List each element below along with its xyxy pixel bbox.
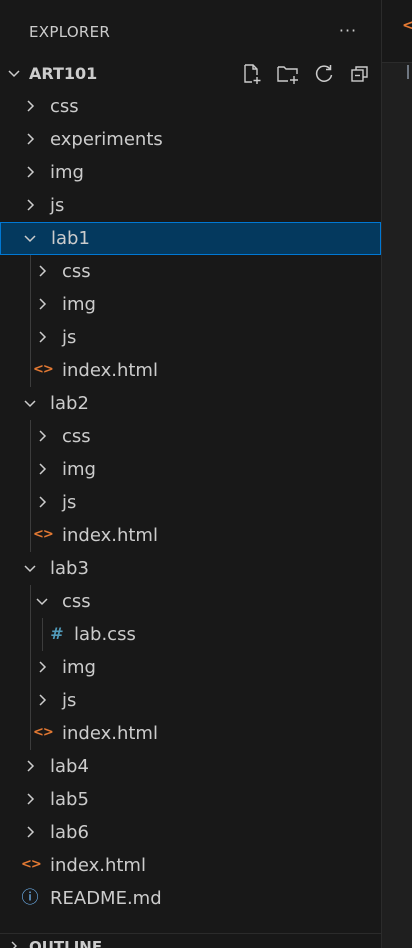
tree-item-css[interactable]: css: [0, 255, 381, 288]
tree-item-label: js: [62, 492, 77, 513]
tree-item-label: lab5: [50, 789, 89, 810]
tree-item-js[interactable]: js: [0, 321, 381, 354]
html-file-icon[interactable]: <: [402, 16, 412, 34]
chevron-right-icon: [39, 694, 47, 706]
chevron-down-icon: [24, 565, 36, 573]
chevron-right-icon: [27, 793, 35, 805]
tree-item-label: lab6: [50, 822, 89, 843]
tree-item-label: README.md: [50, 888, 162, 909]
chevron-down-icon: [24, 235, 36, 243]
tree-item-label: css: [50, 96, 79, 117]
indent-guide: [42, 618, 43, 651]
tree-item-img[interactable]: img: [0, 651, 381, 684]
html-file-icon: <>: [33, 362, 54, 377]
tree-item-label: img: [62, 294, 96, 315]
tree-item-readme-md[interactable]: ⓘ README.md: [0, 882, 381, 915]
chevron-right-icon: [39, 463, 47, 475]
indent-guide: [30, 585, 31, 750]
tree-item-label: js: [62, 327, 77, 348]
chevron-right-icon: [39, 496, 47, 508]
tree-item-index-html[interactable]: <> index.html: [0, 519, 381, 552]
editor-area[interactable]: [382, 0, 412, 948]
workspace-name: ART101: [29, 64, 98, 83]
tree-item-label: js: [50, 195, 65, 216]
tree-item-label: css: [62, 426, 91, 447]
chevron-right-icon: [27, 826, 35, 838]
chevron-right-icon: [27, 166, 35, 178]
tree-item-label: index.html: [62, 525, 158, 546]
explorer-sidebar: EXPLORER ··· ART101 css experiments img …: [0, 0, 381, 948]
chevron-down-icon: [8, 70, 20, 78]
html-file-icon: <>: [33, 527, 54, 542]
tree-item-lab3[interactable]: lab3: [0, 552, 381, 585]
tree-item-lab1[interactable]: lab1: [0, 222, 381, 255]
tree-item-label: lab2: [50, 393, 89, 414]
tree-item-index-html[interactable]: <> index.html: [0, 849, 381, 882]
tree-item-js[interactable]: js: [0, 486, 381, 519]
tree-item-index-html[interactable]: <> index.html: [0, 354, 381, 387]
tree-item-img[interactable]: img: [0, 288, 381, 321]
new-folder-icon[interactable]: [275, 61, 301, 87]
editor-cursor: [407, 65, 409, 79]
new-file-icon[interactable]: [239, 61, 265, 87]
chevron-right-icon: [27, 760, 35, 772]
html-file-icon: <>: [21, 857, 42, 872]
tree-item-css[interactable]: css: [0, 90, 381, 123]
tree-item-label: js: [62, 690, 77, 711]
chevron-right-icon: [27, 199, 35, 211]
tree-item-label: css: [62, 591, 91, 612]
tree-item-css[interactable]: css: [0, 585, 381, 618]
tree-item-label: lab3: [50, 558, 89, 579]
tree-item-lab-css[interactable]: # lab.css: [0, 618, 381, 651]
chevron-right-icon: [39, 265, 47, 277]
file-tree: css experiments img js lab1 css img js <> index.h…: [0, 90, 381, 915]
tree-item-experiments[interactable]: experiments: [0, 123, 381, 156]
chevron-right-icon: [39, 331, 47, 343]
info-icon: ⓘ: [21, 888, 39, 908]
tree-item-js[interactable]: js: [0, 189, 381, 222]
tree-item-lab4[interactable]: lab4: [0, 750, 381, 783]
chevron-right-icon: [27, 100, 35, 112]
tree-item-label: experiments: [50, 129, 163, 150]
refresh-icon[interactable]: [311, 61, 337, 87]
chevron-right-icon: [11, 941, 17, 948]
tree-item-index-html[interactable]: <> index.html: [0, 717, 381, 750]
tree-item-label: index.html: [62, 723, 158, 744]
tree-item-label: index.html: [62, 360, 158, 381]
tree-item-css[interactable]: css: [0, 420, 381, 453]
tree-item-label: lab1: [51, 228, 90, 249]
explorer-title: EXPLORER: [29, 23, 111, 41]
tree-item-label: lab4: [50, 756, 89, 777]
tree-item-label: img: [50, 162, 84, 183]
chevron-down-icon: [24, 400, 36, 408]
tree-item-lab6[interactable]: lab6: [0, 816, 381, 849]
tree-item-lab5[interactable]: lab5: [0, 783, 381, 816]
tree-item-js[interactable]: js: [0, 684, 381, 717]
workspace-folder-header[interactable]: ART101: [0, 57, 381, 90]
tree-item-label: index.html: [50, 855, 146, 876]
explorer-header: EXPLORER ···: [0, 0, 381, 62]
outline-title: OUTLINE: [29, 938, 103, 948]
indent-guide: [30, 420, 31, 552]
tree-item-img[interactable]: img: [0, 156, 381, 189]
chevron-down-icon: [36, 598, 48, 606]
chevron-right-icon: [27, 133, 35, 145]
collapse-all-icon[interactable]: [347, 61, 373, 87]
tree-item-label: css: [62, 261, 91, 282]
tree-item-lab2[interactable]: lab2: [0, 387, 381, 420]
html-file-icon: <>: [33, 725, 54, 740]
indent-guide: [30, 255, 31, 387]
more-actions-icon[interactable]: ···: [336, 18, 360, 42]
chevron-right-icon: [39, 661, 47, 673]
tree-item-label: img: [62, 459, 96, 480]
chevron-right-icon: [39, 430, 47, 442]
outline-section-header[interactable]: OUTLINE: [0, 933, 381, 948]
chevron-right-icon: [39, 298, 47, 310]
tree-item-label: img: [62, 657, 96, 678]
tree-item-img[interactable]: img: [0, 453, 381, 486]
css-file-icon: #: [50, 624, 64, 643]
tree-item-label: lab.css: [74, 624, 136, 645]
